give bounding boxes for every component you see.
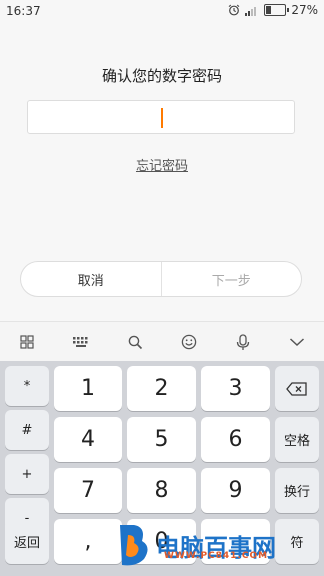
page-title: 确认您的数字密码 bbox=[101, 67, 222, 85]
key-asterisk[interactable]: * bbox=[5, 366, 49, 406]
key-plus[interactable]: + bbox=[5, 454, 49, 494]
battery-icon bbox=[264, 4, 290, 16]
key-3[interactable]: 3 bbox=[201, 366, 270, 411]
watermark-subtext: WWW.PC841.COM bbox=[164, 551, 269, 561]
grid-menu-icon[interactable] bbox=[12, 327, 42, 357]
space-key[interactable]: 空格 bbox=[275, 417, 319, 462]
key-9[interactable]: 9 bbox=[201, 468, 270, 513]
dialog-buttons: 取消 下一步 bbox=[20, 261, 302, 297]
keyboard-layout-icon[interactable] bbox=[66, 327, 96, 357]
status-time: 16:37 bbox=[6, 4, 41, 18]
key-2[interactable]: 2 bbox=[127, 366, 196, 411]
cancel-button[interactable]: 取消 bbox=[21, 262, 162, 296]
status-icons: 27% bbox=[228, 3, 318, 17]
text-caret bbox=[161, 108, 163, 128]
key-hash[interactable]: # bbox=[5, 410, 49, 450]
key-8[interactable]: 8 bbox=[127, 468, 196, 513]
key-6[interactable]: 6 bbox=[201, 417, 270, 462]
logo-mark-icon bbox=[120, 525, 148, 566]
key-back[interactable]: 返回 bbox=[5, 519, 49, 564]
backspace-icon bbox=[286, 381, 307, 396]
enter-key[interactable]: 换行 bbox=[275, 468, 319, 513]
space-key-label: 空格 bbox=[283, 434, 310, 449]
key-7[interactable]: 7 bbox=[54, 468, 122, 513]
signal-icon bbox=[245, 6, 257, 16]
symbol-key[interactable]: 符 bbox=[275, 519, 319, 564]
backspace-key[interactable] bbox=[275, 366, 319, 411]
battery-percentage: 27% bbox=[291, 3, 318, 17]
keyboard-toolbar bbox=[0, 321, 324, 362]
key-4[interactable]: 4 bbox=[54, 417, 122, 462]
next-button[interactable]: 下一步 bbox=[162, 262, 302, 296]
password-input[interactable] bbox=[27, 100, 295, 134]
microphone-icon[interactable] bbox=[228, 327, 258, 357]
emoji-icon[interactable] bbox=[174, 327, 204, 357]
watermark-logo: 电脑百事网 WWW.PC841.COM bbox=[112, 521, 276, 569]
forgot-password-link[interactable]: 忘记密码 bbox=[0, 155, 324, 174]
chevron-down-icon[interactable] bbox=[282, 327, 312, 357]
search-icon[interactable] bbox=[120, 327, 150, 357]
alarm-icon bbox=[228, 4, 240, 16]
key-1[interactable]: 1 bbox=[54, 366, 122, 411]
key-5[interactable]: 5 bbox=[127, 417, 196, 462]
status-bar: 16:37 27% bbox=[0, 0, 324, 24]
